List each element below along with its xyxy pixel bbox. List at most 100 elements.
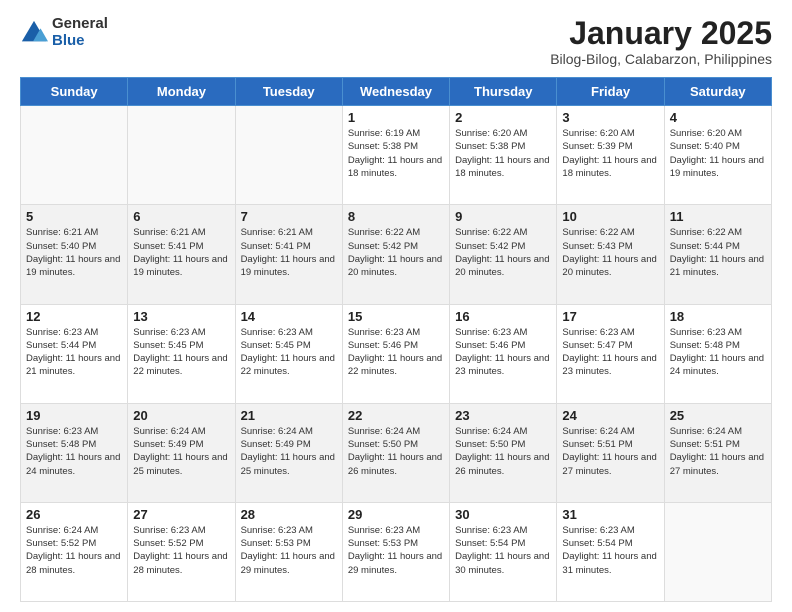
calendar-cell: 18 Sunrise: 6:23 AMSunset: 5:48 PMDayligh… bbox=[664, 304, 771, 403]
day-info: Sunrise: 6:22 AMSunset: 5:42 PMDaylight:… bbox=[455, 226, 551, 279]
day-info: Sunrise: 6:22 AMSunset: 5:42 PMDaylight:… bbox=[348, 226, 444, 279]
calendar-cell: 1Sunrise: 6:19 AMSunset: 5:38 PMDaylight… bbox=[342, 106, 449, 205]
day-number: 22 bbox=[348, 408, 444, 423]
calendar-cell: 16 Sunrise: 6:23 AMSunset: 5:46 PMDayligh… bbox=[450, 304, 557, 403]
day-info: Sunrise: 6:23 AMSunset: 5:53 PMDaylight:… bbox=[241, 524, 337, 577]
logo: General Blue bbox=[20, 16, 108, 49]
day-number: 31 bbox=[562, 507, 658, 522]
day-number: 29 bbox=[348, 507, 444, 522]
month-title: January 2025 bbox=[550, 16, 772, 51]
day-number: 20 bbox=[133, 408, 229, 423]
day-number: 13 bbox=[133, 309, 229, 324]
day-info: Sunrise: 6:23 AMSunset: 5:44 PMDaylight:… bbox=[26, 326, 122, 379]
calendar-cell: 24 Sunrise: 6:24 AMSunset: 5:51 PMDayligh… bbox=[557, 403, 664, 502]
day-info: Sunrise: 6:23 AMSunset: 5:54 PMDaylight:… bbox=[562, 524, 658, 577]
day-info: Sunrise: 6:24 AMSunset: 5:49 PMDaylight:… bbox=[241, 425, 337, 478]
day-header-saturday: Saturday bbox=[664, 78, 771, 106]
calendar-cell: 23 Sunrise: 6:24 AMSunset: 5:50 PMDayligh… bbox=[450, 403, 557, 502]
calendar-cell bbox=[235, 106, 342, 205]
day-number: 3 bbox=[562, 110, 658, 125]
location-title: Bilog-Bilog, Calabarzon, Philippines bbox=[550, 51, 772, 67]
calendar-cell bbox=[128, 106, 235, 205]
calendar-cell: 5 Sunrise: 6:21 AMSunset: 5:40 PMDaylight… bbox=[21, 205, 128, 304]
calendar-cell: 21 Sunrise: 6:24 AMSunset: 5:49 PMDayligh… bbox=[235, 403, 342, 502]
title-section: January 2025 Bilog-Bilog, Calabarzon, Ph… bbox=[550, 16, 772, 67]
day-info: Sunrise: 6:23 AMSunset: 5:48 PMDaylight:… bbox=[26, 425, 122, 478]
calendar-cell: 29 Sunrise: 6:23 AMSunset: 5:53 PMDayligh… bbox=[342, 502, 449, 601]
calendar-cell: 11 Sunrise: 6:22 AMSunset: 5:44 PMDayligh… bbox=[664, 205, 771, 304]
day-header-friday: Friday bbox=[557, 78, 664, 106]
day-number: 21 bbox=[241, 408, 337, 423]
calendar-week-row: 1Sunrise: 6:19 AMSunset: 5:38 PMDaylight… bbox=[21, 106, 772, 205]
day-number: 5 bbox=[26, 209, 122, 224]
calendar-cell: 19Sunrise: 6:23 AMSunset: 5:48 PMDayligh… bbox=[21, 403, 128, 502]
calendar-week-row: 5 Sunrise: 6:21 AMSunset: 5:40 PMDaylight… bbox=[21, 205, 772, 304]
calendar-cell: 26Sunrise: 6:24 AMSunset: 5:52 PMDayligh… bbox=[21, 502, 128, 601]
page: General Blue January 2025 Bilog-Bilog, C… bbox=[0, 0, 792, 612]
day-info: Sunrise: 6:19 AMSunset: 5:38 PMDaylight:… bbox=[348, 127, 444, 180]
day-info: Sunrise: 6:23 AMSunset: 5:54 PMDaylight:… bbox=[455, 524, 551, 577]
day-number: 4 bbox=[670, 110, 766, 125]
day-header-thursday: Thursday bbox=[450, 78, 557, 106]
day-info: Sunrise: 6:22 AMSunset: 5:43 PMDaylight:… bbox=[562, 226, 658, 279]
calendar-cell: 31 Sunrise: 6:23 AMSunset: 5:54 PMDayligh… bbox=[557, 502, 664, 601]
day-info: Sunrise: 6:23 AMSunset: 5:46 PMDaylight:… bbox=[348, 326, 444, 379]
day-header-wednesday: Wednesday bbox=[342, 78, 449, 106]
calendar-cell bbox=[21, 106, 128, 205]
day-number: 9 bbox=[455, 209, 551, 224]
day-info: Sunrise: 6:20 AMSunset: 5:38 PMDaylight:… bbox=[455, 127, 551, 180]
day-info: Sunrise: 6:20 AMSunset: 5:39 PMDaylight:… bbox=[562, 127, 658, 180]
day-number: 2 bbox=[455, 110, 551, 125]
day-number: 30 bbox=[455, 507, 551, 522]
day-number: 8 bbox=[348, 209, 444, 224]
calendar-cell: 4Sunrise: 6:20 AMSunset: 5:40 PMDaylight… bbox=[664, 106, 771, 205]
calendar-cell: 30 Sunrise: 6:23 AMSunset: 5:54 PMDayligh… bbox=[450, 502, 557, 601]
calendar-cell: 6Sunrise: 6:21 AMSunset: 5:41 PMDaylight… bbox=[128, 205, 235, 304]
day-number: 12 bbox=[26, 309, 122, 324]
calendar-cell: 25Sunrise: 6:24 AMSunset: 5:51 PMDayligh… bbox=[664, 403, 771, 502]
day-number: 16 bbox=[455, 309, 551, 324]
day-info: Sunrise: 6:23 AMSunset: 5:53 PMDaylight:… bbox=[348, 524, 444, 577]
day-number: 26 bbox=[26, 507, 122, 522]
day-info: Sunrise: 6:23 AMSunset: 5:47 PMDaylight:… bbox=[562, 326, 658, 379]
day-number: 6 bbox=[133, 209, 229, 224]
logo-icon bbox=[20, 19, 48, 47]
day-info: Sunrise: 6:23 AMSunset: 5:45 PMDaylight:… bbox=[133, 326, 229, 379]
calendar-cell: 2 Sunrise: 6:20 AMSunset: 5:38 PMDaylight… bbox=[450, 106, 557, 205]
logo-text: General Blue bbox=[52, 16, 108, 49]
day-number: 10 bbox=[562, 209, 658, 224]
calendar-header-row: SundayMondayTuesdayWednesdayThursdayFrid… bbox=[21, 78, 772, 106]
day-info: Sunrise: 6:23 AMSunset: 5:48 PMDaylight:… bbox=[670, 326, 766, 379]
day-info: Sunrise: 6:23 AMSunset: 5:46 PMDaylight:… bbox=[455, 326, 551, 379]
day-info: Sunrise: 6:24 AMSunset: 5:51 PMDaylight:… bbox=[670, 425, 766, 478]
day-info: Sunrise: 6:23 AMSunset: 5:45 PMDaylight:… bbox=[241, 326, 337, 379]
calendar-cell: 14 Sunrise: 6:23 AMSunset: 5:45 PMDayligh… bbox=[235, 304, 342, 403]
calendar-cell: 28Sunrise: 6:23 AMSunset: 5:53 PMDayligh… bbox=[235, 502, 342, 601]
calendar-cell: 3 Sunrise: 6:20 AMSunset: 5:39 PMDaylight… bbox=[557, 106, 664, 205]
calendar-cell: 22 Sunrise: 6:24 AMSunset: 5:50 PMDayligh… bbox=[342, 403, 449, 502]
day-number: 24 bbox=[562, 408, 658, 423]
calendar: SundayMondayTuesdayWednesdayThursdayFrid… bbox=[20, 77, 772, 602]
day-number: 23 bbox=[455, 408, 551, 423]
day-info: Sunrise: 6:24 AMSunset: 5:50 PMDaylight:… bbox=[455, 425, 551, 478]
day-header-sunday: Sunday bbox=[21, 78, 128, 106]
day-number: 14 bbox=[241, 309, 337, 324]
day-number: 17 bbox=[562, 309, 658, 324]
day-info: Sunrise: 6:24 AMSunset: 5:50 PMDaylight:… bbox=[348, 425, 444, 478]
logo-blue: Blue bbox=[52, 33, 108, 50]
calendar-cell: 17 Sunrise: 6:23 AMSunset: 5:47 PMDayligh… bbox=[557, 304, 664, 403]
day-info: Sunrise: 6:21 AMSunset: 5:41 PMDaylight:… bbox=[241, 226, 337, 279]
day-info: Sunrise: 6:24 AMSunset: 5:51 PMDaylight:… bbox=[562, 425, 658, 478]
calendar-week-row: 19Sunrise: 6:23 AMSunset: 5:48 PMDayligh… bbox=[21, 403, 772, 502]
day-header-tuesday: Tuesday bbox=[235, 78, 342, 106]
day-number: 18 bbox=[670, 309, 766, 324]
header: General Blue January 2025 Bilog-Bilog, C… bbox=[20, 16, 772, 67]
day-number: 11 bbox=[670, 209, 766, 224]
day-number: 15 bbox=[348, 309, 444, 324]
day-header-monday: Monday bbox=[128, 78, 235, 106]
calendar-cell: 7Sunrise: 6:21 AMSunset: 5:41 PMDaylight… bbox=[235, 205, 342, 304]
calendar-week-row: 26Sunrise: 6:24 AMSunset: 5:52 PMDayligh… bbox=[21, 502, 772, 601]
calendar-cell: 13 Sunrise: 6:23 AMSunset: 5:45 PMDayligh… bbox=[128, 304, 235, 403]
day-info: Sunrise: 6:22 AMSunset: 5:44 PMDaylight:… bbox=[670, 226, 766, 279]
day-info: Sunrise: 6:21 AMSunset: 5:40 PMDaylight:… bbox=[26, 226, 122, 279]
